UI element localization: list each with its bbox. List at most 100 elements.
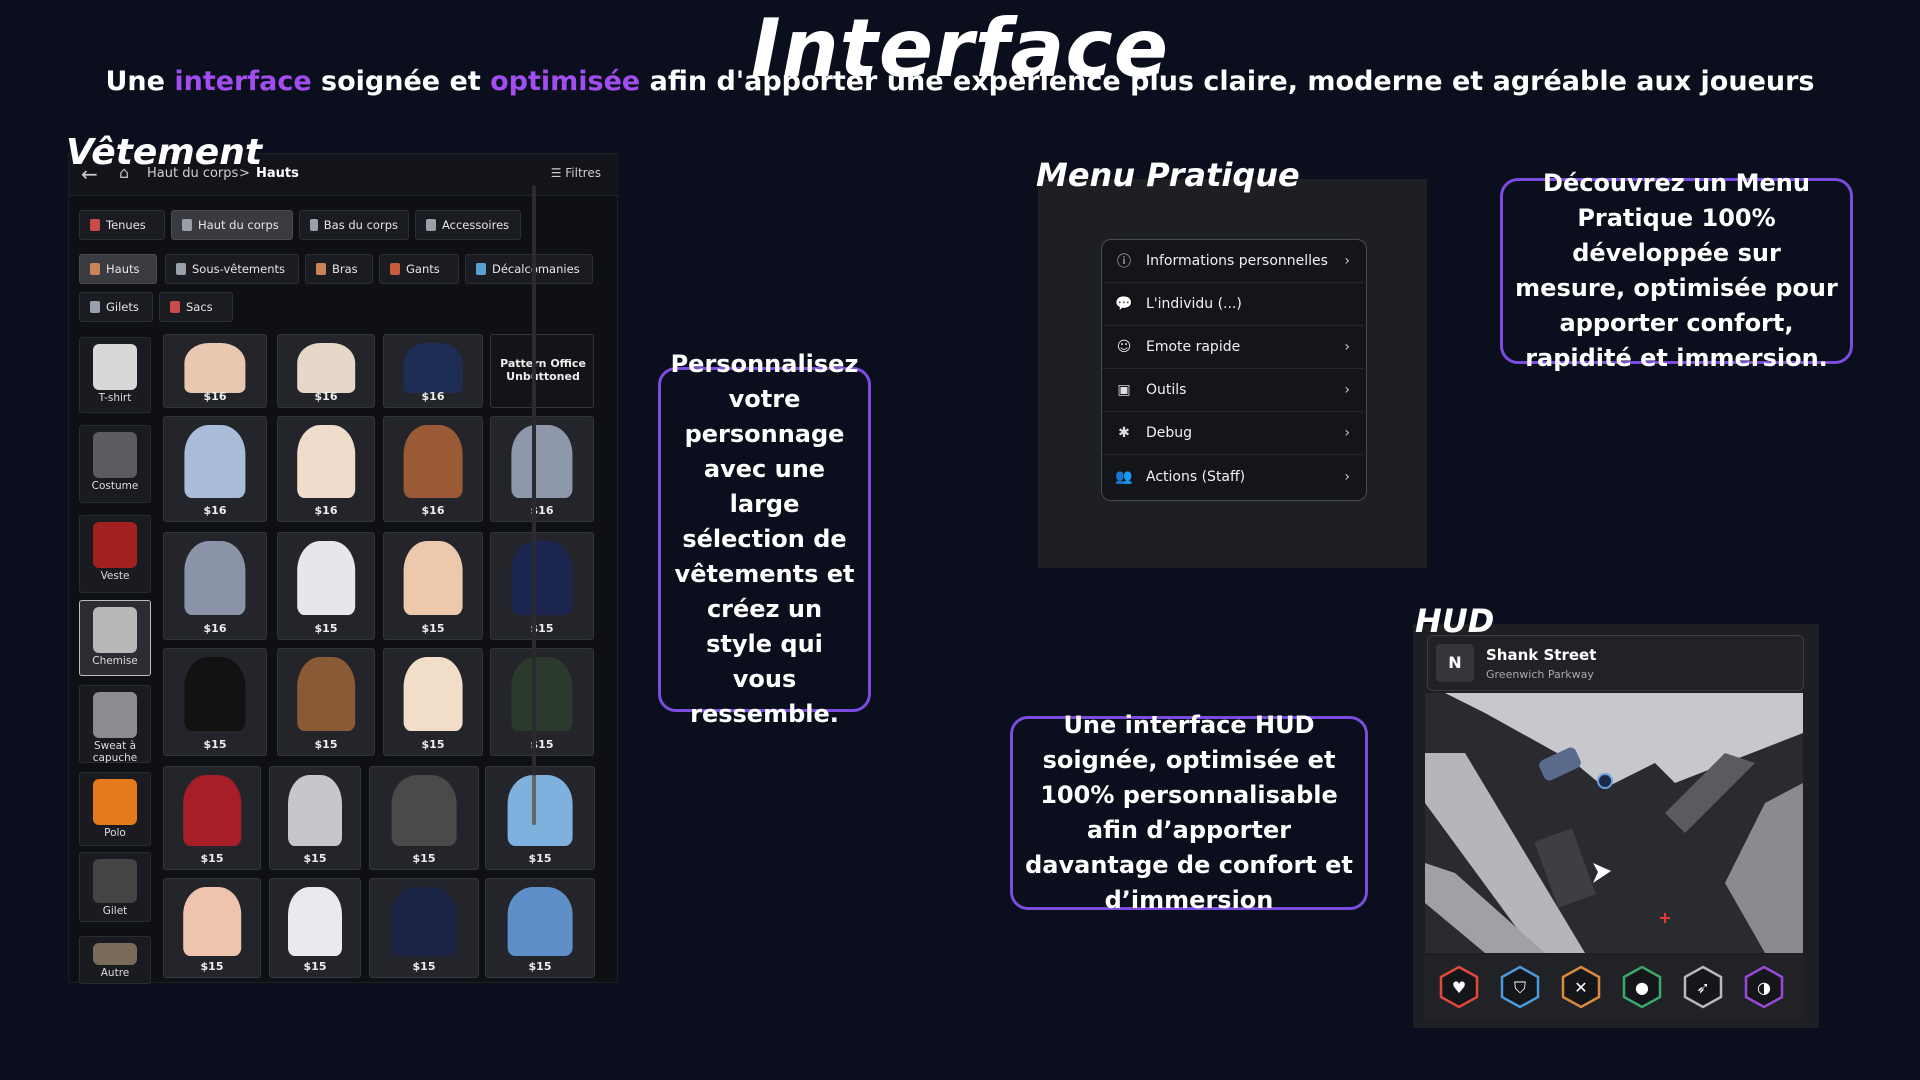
item-price: $15 xyxy=(421,622,445,635)
clothing-item[interactable]: $15 xyxy=(277,532,375,640)
subtitle-text-1: Une xyxy=(105,66,175,97)
clothing-item[interactable]: $16 xyxy=(163,416,267,522)
breadcrumb-current: Hauts xyxy=(256,166,299,181)
clothing-item[interactable]: $16 xyxy=(490,416,594,522)
item-price: $15 xyxy=(303,852,327,865)
shirt-image xyxy=(511,657,573,732)
shirt-image xyxy=(391,775,457,847)
clothing-item[interactable]: $15 xyxy=(383,648,483,756)
sub-tab-5[interactable]: Gilets xyxy=(79,292,153,322)
clothing-item[interactable]: $15 xyxy=(269,878,361,978)
clothing-item[interactable]: $15 xyxy=(163,648,267,756)
sub-tab-4[interactable]: Décalcomanies xyxy=(465,254,593,284)
clothing-section-title: Vêtement xyxy=(66,132,263,173)
subtitle-highlight-optimisee: optimisée xyxy=(490,66,641,97)
item-label: Pattern Office Unbuttoned xyxy=(500,357,586,383)
item-price: $16 xyxy=(314,390,338,403)
main-tab-2[interactable]: Bas du corps xyxy=(299,210,409,240)
item-price: $15 xyxy=(528,852,552,865)
grid-scrollbar-thumb[interactable] xyxy=(532,775,536,825)
sub-tab-6[interactable]: Sacs xyxy=(159,292,233,322)
item-price: $15 xyxy=(530,622,554,635)
tab-icon xyxy=(176,263,186,275)
shirt-image xyxy=(403,541,463,616)
category-5[interactable]: Polo xyxy=(79,772,151,846)
menu-item-3[interactable]: ▣ Outils › xyxy=(1102,369,1368,412)
clothing-item[interactable]: $16 xyxy=(277,334,375,408)
clothing-item[interactable]: $15 xyxy=(490,648,594,756)
category-label: Sweat à capuche xyxy=(92,740,138,764)
svg-text:◑: ◑ xyxy=(1757,978,1771,997)
item-price: $15 xyxy=(412,852,436,865)
item-price: $15 xyxy=(303,960,327,973)
filters-button[interactable]: ☰ Filtres xyxy=(551,166,601,180)
category-0[interactable]: T-shirt xyxy=(79,337,151,413)
category-thumbnail xyxy=(93,344,137,390)
chevron-right-icon: › xyxy=(1344,339,1350,355)
street-name: Shank Street xyxy=(1486,646,1597,664)
sub-tab-label: Gants xyxy=(406,262,440,276)
clothing-item[interactable]: $16 xyxy=(383,334,483,408)
menu-item-2[interactable]: ☺ Emote rapide › xyxy=(1102,326,1368,369)
category-1[interactable]: Costume xyxy=(79,425,151,503)
menu-item-0[interactable]: ⓘ Informations personnelles › xyxy=(1102,240,1368,283)
tab-icon xyxy=(476,263,486,275)
sub-tab-label: Bras xyxy=(332,262,358,276)
category-6[interactable]: Gilet xyxy=(79,852,151,922)
main-tab-0[interactable]: Tenues xyxy=(79,210,165,240)
clothing-item[interactable]: $16 xyxy=(383,416,483,522)
menu-item-label: Outils xyxy=(1146,382,1187,398)
menu-item-label: Emote rapide xyxy=(1146,339,1241,355)
clothing-item[interactable]: Pattern Office Unbuttoned xyxy=(490,334,594,408)
compass-badge: N xyxy=(1436,644,1474,682)
category-2[interactable]: Veste xyxy=(79,515,151,593)
category-thumbnail xyxy=(93,607,137,653)
sub-tab-2[interactable]: Bras xyxy=(305,254,373,284)
clothing-item[interactable]: $15 xyxy=(369,878,479,978)
shirt-image xyxy=(184,541,246,616)
info-icon: ⓘ xyxy=(1117,254,1131,270)
category-thumbnail xyxy=(93,859,137,903)
menu-item-label: Actions (Staff) xyxy=(1146,468,1246,485)
clothing-item[interactable]: $15 xyxy=(485,766,595,870)
shirt-image xyxy=(183,887,241,956)
item-price: $15 xyxy=(314,738,338,751)
clothing-item[interactable]: $15 xyxy=(163,878,261,978)
tab-icon xyxy=(316,263,326,275)
main-tab-1[interactable]: Haut du corps xyxy=(171,210,293,240)
shirt-image xyxy=(297,425,355,498)
clothing-item[interactable]: $15 xyxy=(277,648,375,756)
sub-tab-0[interactable]: Hauts xyxy=(79,254,157,284)
clothing-item[interactable]: $15 xyxy=(485,878,595,978)
item-price: $16 xyxy=(421,390,445,403)
sub-tab-1[interactable]: Sous-vêtements xyxy=(165,254,299,284)
category-3[interactable]: Chemise xyxy=(79,600,151,676)
clothing-item[interactable]: $16 xyxy=(163,334,267,408)
clothing-item[interactable]: $15 xyxy=(383,532,483,640)
menu-item-4[interactable]: ✱ Debug › xyxy=(1102,412,1368,455)
clothing-item[interactable]: $15 xyxy=(163,766,261,870)
shirt-image xyxy=(507,775,573,847)
chevron-right-icon: › xyxy=(1344,382,1350,398)
category-label: Chemise xyxy=(92,655,138,667)
menu-item-5[interactable]: 👥 Actions (Staff) › xyxy=(1102,455,1368,498)
clothing-item[interactable]: $15 xyxy=(490,532,594,640)
category-7[interactable]: Autre xyxy=(79,936,151,984)
clothing-item[interactable]: $15 xyxy=(269,766,361,870)
shirt-image xyxy=(183,775,241,847)
sub-tab-3[interactable]: Gants xyxy=(379,254,459,284)
shirt-image xyxy=(403,657,463,732)
menu-item-1[interactable]: 💬 L'individu (...) xyxy=(1102,283,1368,326)
clothing-item[interactable]: $16 xyxy=(277,416,375,522)
filters-label: Filtres xyxy=(565,166,601,180)
toolbox-icon: ▣ xyxy=(1117,382,1131,398)
main-tab-3[interactable]: Accessoires xyxy=(415,210,521,240)
hunger-icon: ✕ xyxy=(1559,965,1603,1009)
filters-icon: ☰ xyxy=(550,166,566,180)
clothing-item[interactable]: $15 xyxy=(369,766,479,870)
street-area: Greenwich Parkway xyxy=(1486,668,1594,681)
clothing-item[interactable]: $16 xyxy=(163,532,267,640)
grid-scrollbar[interactable] xyxy=(532,185,536,825)
category-4[interactable]: Sweat à capuche xyxy=(79,685,151,764)
context-menu: ⓘ Informations personnelles › 💬 L'individu (… xyxy=(1101,239,1368,501)
